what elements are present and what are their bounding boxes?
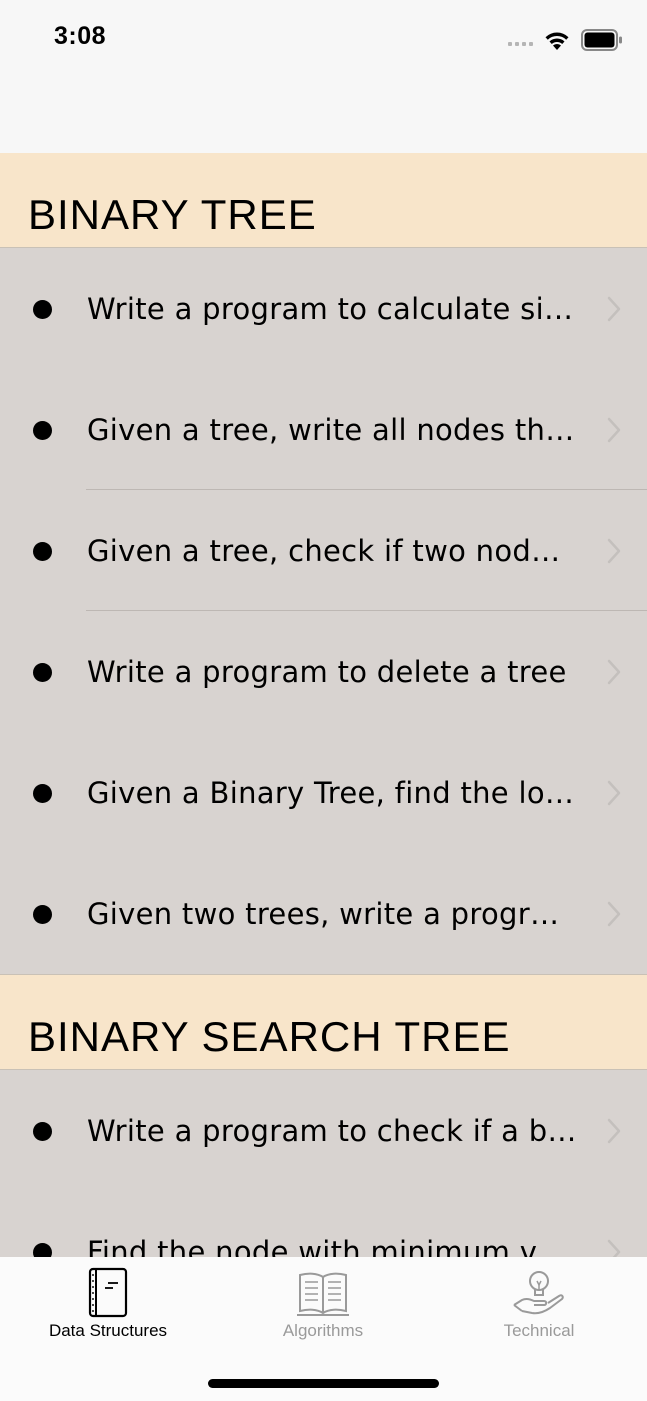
list-item[interactable]: Given a tree, write all nodes that are a… [0, 369, 647, 490]
chevron-right-icon [607, 780, 621, 805]
list-item[interactable]: Given two trees, write a program to chec… [0, 853, 647, 974]
tab-data-structures[interactable]: Data Structures [0, 1257, 216, 1347]
bullet-icon [33, 662, 52, 682]
list-item-label: Given a Binary Tree, find the lowest com… [87, 775, 577, 810]
bullet-icon [33, 299, 52, 319]
content-list[interactable]: BINARY TREE Write a program to calculate… [0, 153, 647, 1257]
tab-technical[interactable]: Technical [431, 1257, 647, 1347]
section-title: BINARY SEARCH TREE [28, 1013, 511, 1060]
battery-icon [581, 29, 622, 51]
status-bar: 3:08 [0, 0, 647, 80]
notebook-icon [88, 1267, 128, 1318]
section-header-binary-tree: BINARY TREE [0, 153, 647, 248]
wifi-icon [545, 32, 569, 50]
list-item-label: Write a program to check if a binary tre… [87, 1113, 577, 1148]
bullet-icon [33, 1242, 52, 1257]
chevron-right-icon [607, 1118, 621, 1143]
list-item[interactable]: Given a tree, check if two nodes are cou… [0, 490, 647, 611]
chevron-right-icon [607, 1239, 621, 1257]
list-item[interactable]: Given a Binary Tree, find the lowest com… [0, 732, 647, 853]
signal-icon [508, 42, 533, 46]
section-rows-binary-search-tree: Write a program to check if a binary tre… [0, 1070, 647, 1257]
bullet-icon [33, 904, 52, 924]
chevron-right-icon [607, 538, 621, 563]
bullet-icon [33, 541, 52, 561]
list-item-label: Given a tree, write all nodes that are a… [87, 412, 577, 447]
chevron-right-icon [607, 296, 621, 321]
section-rows-binary-tree: Write a program to calculate size of a t… [0, 248, 647, 974]
bullet-icon [33, 420, 52, 440]
tab-label: Algorithms [282, 1321, 364, 1340]
list-item-label: Find the node with minimum value in a BS… [87, 1234, 577, 1258]
list-item[interactable]: Write a program to calculate size of a t… [0, 248, 647, 369]
open-book-icon [297, 1272, 349, 1316]
chevron-right-icon [607, 417, 621, 442]
chevron-right-icon [607, 901, 621, 926]
chevron-right-icon [607, 659, 621, 684]
tab-label: Data Structures [48, 1321, 168, 1340]
screen: 3:08 BINARY TREE Write a program to calc… [0, 0, 647, 1401]
list-item[interactable]: Write a program to delete a tree [0, 611, 647, 732]
status-time: 3:08 [54, 22, 107, 50]
section-title: BINARY TREE [28, 191, 317, 238]
lightbulb-hand-icon [513, 1271, 564, 1315]
list-item-label: Given two trees, write a program to chec… [87, 896, 577, 931]
list-item-label: Write a program to delete a tree [87, 654, 567, 689]
list-item-label: Write a program to calculate size of a t… [87, 291, 577, 326]
list-item[interactable]: Find the node with minimum value in a BS… [0, 1191, 647, 1257]
list-item[interactable]: Write a program to check if a binary tre… [0, 1070, 647, 1191]
home-indicator[interactable] [208, 1379, 439, 1388]
status-icons [508, 27, 623, 53]
section-header-binary-search-tree: BINARY SEARCH TREE [0, 974, 647, 1070]
list-item-label: Given a tree, check if two nodes are cou… [87, 533, 577, 568]
tab-label: Technical [503, 1321, 575, 1340]
bullet-icon [33, 1121, 52, 1141]
bullet-icon [33, 783, 52, 803]
tab-algorithms[interactable]: Algorithms [215, 1257, 431, 1347]
